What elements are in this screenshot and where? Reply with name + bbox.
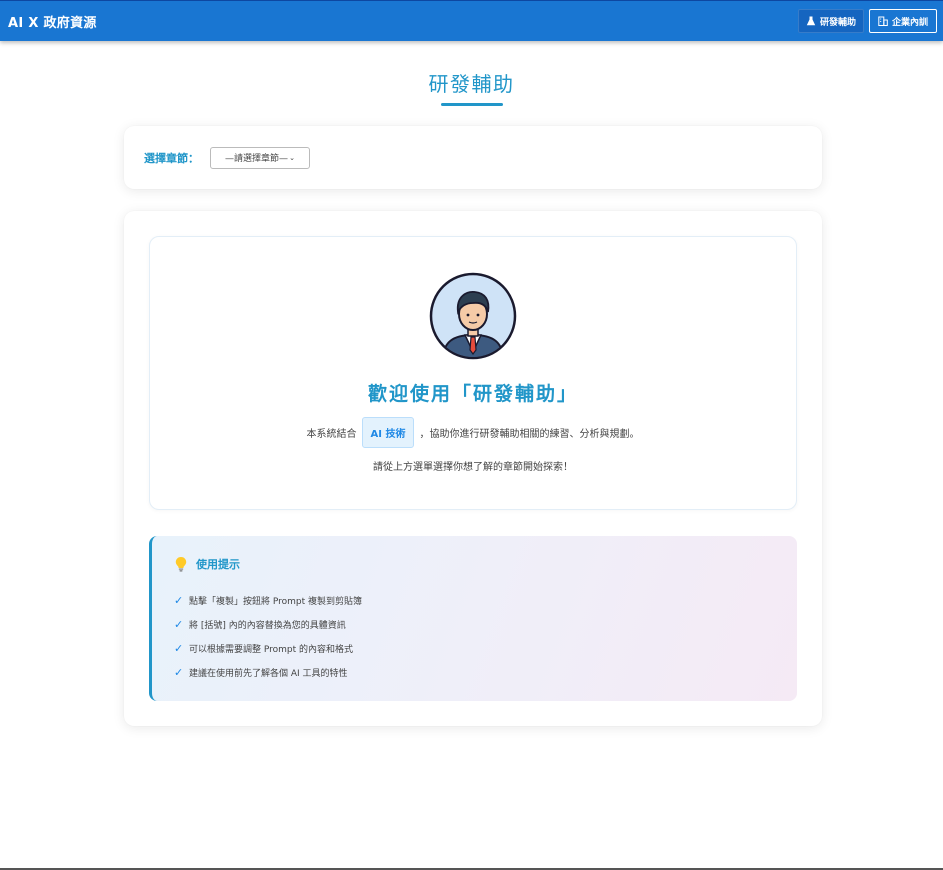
main-content-card: 歡迎使用「研發輔助」 本系統結合 AI 技術 ，協助你進行研發輔助相關的練習、分…	[124, 211, 822, 726]
nav-button-corporate-training[interactable]: 企業內訓	[868, 9, 937, 33]
businessman-avatar-icon	[429, 272, 517, 360]
page-header: 研發輔助	[0, 68, 943, 106]
description-suffix: ，協助你進行研發輔助相關的練習、分析與規劃。	[419, 429, 640, 440]
check-icon: ✓	[174, 641, 184, 655]
welcome-panel: 歡迎使用「研發輔助」 本系統結合 AI 技術 ，協助你進行研發輔助相關的練習、分…	[149, 236, 797, 510]
tips-title: 使用提示	[196, 558, 240, 571]
title-underline	[440, 103, 503, 106]
welcome-description: 本系統結合 AI 技術 ，協助你進行研發輔助相關的練習、分析與規劃。	[150, 417, 796, 448]
lightbulb-icon	[175, 557, 187, 572]
nav-button-label: 企業內訓	[891, 17, 928, 28]
welcome-title: 歡迎使用「研發輔助」	[367, 383, 578, 405]
building-icon	[878, 16, 888, 26]
tips-header: 使用提示	[174, 556, 797, 572]
description-prefix: 本系統結合	[306, 429, 357, 440]
check-icon: ✓	[174, 617, 184, 631]
tip-item: ✓ 點擊「複製」按鈕將 Prompt 複製到剪貼簿	[174, 588, 797, 612]
tip-item: ✓ 建議在使用前先了解各個 AI 工具的特性	[174, 660, 797, 684]
nav-button-label: 研發輔助	[819, 17, 856, 28]
tip-item: ✓ 可以根據需要調整 Prompt 的內容和格式	[174, 636, 797, 660]
check-icon: ✓	[174, 665, 184, 679]
tip-text: 可以根據需要調整 Prompt 的內容和格式	[189, 644, 354, 655]
nav-button-rd-assist[interactable]: 研發輔助	[797, 9, 864, 33]
usage-tips-panel: 使用提示 ✓ 點擊「複製」按鈕將 Prompt 複製到剪貼簿 ✓ 將 [括號] …	[149, 536, 797, 701]
ai-tech-badge: AI 技術	[361, 417, 415, 448]
flask-icon	[806, 16, 816, 26]
tip-text: 點擊「複製」按鈕將 Prompt 複製到剪貼簿	[189, 596, 363, 607]
chapter-select-value: —請選擇章節—	[225, 154, 289, 164]
chapter-selector-card: 選擇章節： —請選擇章節— ⌄	[124, 126, 822, 189]
chevron-down-icon: ⌄	[289, 153, 295, 162]
chapter-select-label: 選擇章節：	[144, 151, 199, 165]
top-navbar: AI X 政府資源 研發輔助 企業內訓	[0, 0, 943, 41]
check-icon: ✓	[174, 593, 184, 607]
page-title: 研發輔助	[428, 72, 515, 96]
app-brand[interactable]: AI X 政府資源	[8, 12, 97, 31]
explore-hint: 請從上方選單選擇你想了解的章節開始探索！	[373, 462, 573, 473]
chapter-select-dropdown[interactable]: —請選擇章節— ⌄	[210, 146, 310, 169]
nav-buttons: 研發輔助 企業內訓	[797, 9, 937, 33]
tip-item: ✓ 將 [括號] 內的內容替換為您的具體資訊	[174, 612, 797, 636]
tip-text: 將 [括號] 內的內容替換為您的具體資訊	[189, 620, 346, 631]
tip-text: 建議在使用前先了解各個 AI 工具的特性	[189, 668, 348, 679]
